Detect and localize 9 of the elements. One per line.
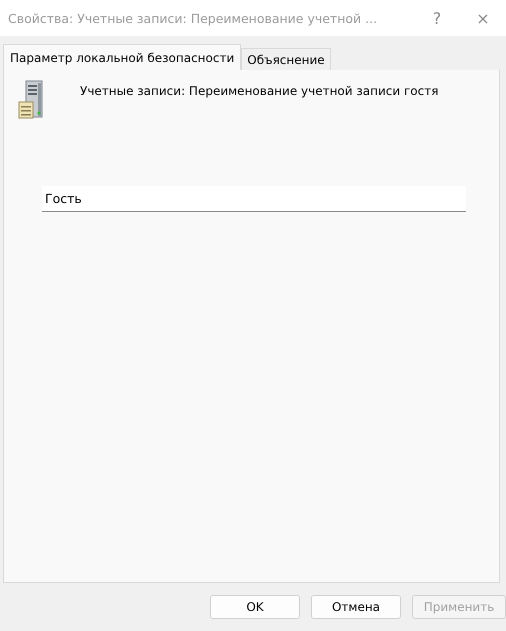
dialog-button[interactable]: Отмена — [311, 595, 401, 619]
policy-title: Учетные записи: Переименование учетной записи гостя — [80, 84, 438, 98]
help-button[interactable]: ? — [414, 0, 460, 36]
dialog-button[interactable]: OK — [210, 595, 300, 619]
tab[interactable]: Параметр локальной безопасности — [3, 44, 242, 70]
tab[interactable]: Объяснение — [241, 48, 331, 70]
close-button[interactable]: × — [460, 0, 506, 36]
input-field[interactable]: Гость — [42, 186, 466, 212]
window-title: Свойства: Учетные записи: Переименование учетной ... — [8, 10, 378, 26]
